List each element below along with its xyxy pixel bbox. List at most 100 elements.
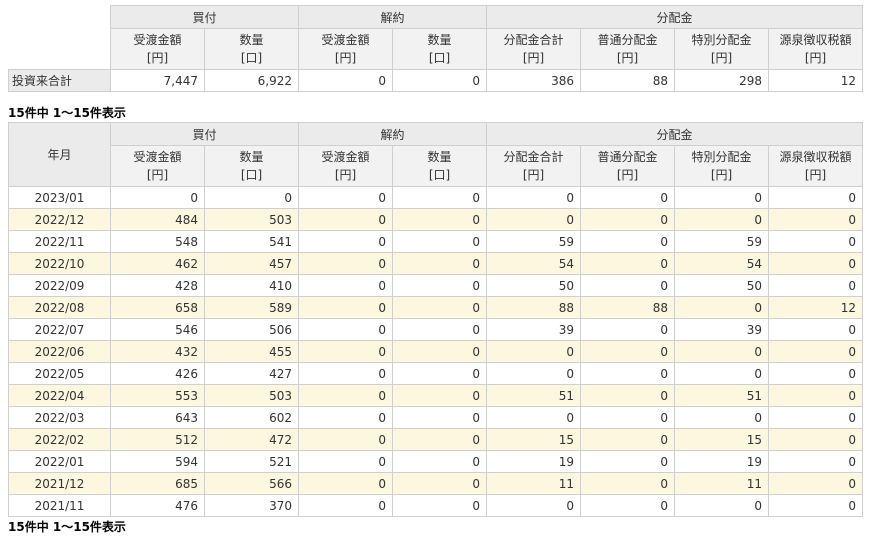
month-cell: 2022/07 [8,318,111,341]
table-row: 2022/08 658 589 0 0 88 88 0 12 [8,296,864,319]
value-cell: 51 [674,384,770,407]
value-cell: 566 [203,472,300,495]
month-cell: 2022/09 [8,274,111,297]
value-cell: 0 [674,340,770,363]
group-cancel-header: 解約 [298,122,488,146]
group-buy-header: 買付 [109,122,300,146]
col-header: 受渡金額 [円] [298,28,394,70]
value-cell: 0 [392,186,488,209]
value-cell: 0 [768,230,864,253]
value-cell: 0 [674,186,770,209]
value-cell: 553 [110,384,205,407]
value-cell: 0 [392,340,488,363]
value-cell: 0 [392,296,488,319]
group-dist-header: 分配金 [486,5,864,29]
value-cell: 427 [203,362,300,385]
value-cell: 0 [768,274,864,297]
table-row: 2022/10 462 457 0 0 54 0 54 0 [8,252,864,275]
value-cell: 0 [580,230,676,253]
summary-cell: 298 [674,69,770,92]
month-cell: 2022/02 [8,428,111,451]
value-cell: 0 [298,450,394,473]
col-header: 受渡金額 [円] [298,145,394,187]
col-header: 数量 [口] [203,28,300,70]
value-cell: 548 [110,230,205,253]
value-cell: 428 [110,274,205,297]
month-cell: 2022/10 [8,252,111,275]
value-cell: 0 [768,208,864,231]
col-header: 受渡金額 [円] [110,28,205,70]
month-cell: 2022/08 [8,296,111,319]
value-cell: 594 [110,450,205,473]
value-cell: 0 [298,340,394,363]
value-cell: 0 [580,384,676,407]
value-cell: 0 [674,406,770,429]
value-cell: 432 [110,340,205,363]
group-buy-header: 買付 [109,5,300,29]
value-cell: 0 [298,494,394,517]
table-row: 2023/01 0 0 0 0 0 0 0 0 [8,186,864,209]
value-cell: 521 [203,450,300,473]
table-row: 2022/07 546 506 0 0 39 0 39 0 [8,318,864,341]
value-cell: 0 [392,318,488,341]
value-cell: 589 [203,296,300,319]
value-cell: 0 [580,472,676,495]
value-cell: 0 [298,252,394,275]
group-dist-header: 分配金 [486,122,864,146]
value-cell: 0 [768,428,864,451]
value-cell: 54 [486,252,582,275]
value-cell: 19 [486,450,582,473]
year-month-header: 年月 [8,122,111,187]
monthly-table: 年月 買付 解約 分配金 受渡金額 [円] 数量 [口] 受渡金額 [円] 数量 [口]… [8,122,864,517]
corner-blank [8,5,111,70]
col-header: 数量 [口] [392,28,488,70]
value-cell: 0 [674,494,770,517]
summary-cell: 12 [768,69,864,92]
value-cell: 15 [674,428,770,451]
table-row: 2022/01 594 521 0 0 19 0 19 0 [8,450,864,473]
col-header: 受渡金額 [円] [110,145,205,187]
value-cell: 0 [768,186,864,209]
value-cell: 476 [110,494,205,517]
value-cell: 0 [580,494,676,517]
value-cell: 0 [392,428,488,451]
month-cell: 2021/11 [8,494,111,517]
value-cell: 0 [392,252,488,275]
summary-row: 投資来合計 7,447 6,922 0 0 386 88 298 12 [8,69,864,92]
value-cell: 0 [768,494,864,517]
value-cell: 0 [298,230,394,253]
value-cell: 0 [768,472,864,495]
value-cell: 0 [392,230,488,253]
value-cell: 0 [580,340,676,363]
summary-label: 投資来合計 [8,69,111,92]
value-cell: 484 [110,208,205,231]
value-cell: 0 [768,384,864,407]
value-cell: 59 [486,230,582,253]
month-cell: 2022/06 [8,340,111,363]
value-cell: 0 [392,208,488,231]
value-cell: 602 [203,406,300,429]
month-cell: 2021/12 [8,472,111,495]
table-row: 2022/11 548 541 0 0 59 0 59 0 [8,230,864,253]
month-cell: 2022/04 [8,384,111,407]
summary-cell: 7,447 [110,69,205,92]
pager-info-top: 15件中 1～15件表示 [8,106,126,120]
value-cell: 0 [768,362,864,385]
value-cell: 0 [298,296,394,319]
table-row: 2022/03 643 602 0 0 0 0 0 0 [8,406,864,429]
value-cell: 0 [768,252,864,275]
value-cell: 0 [298,472,394,495]
value-cell: 370 [203,494,300,517]
value-cell: 0 [580,318,676,341]
value-cell: 0 [580,186,676,209]
value-cell: 11 [486,472,582,495]
value-cell: 19 [674,450,770,473]
value-cell: 0 [298,318,394,341]
value-cell: 0 [392,384,488,407]
value-cell: 12 [768,296,864,319]
value-cell: 0 [580,208,676,231]
value-cell: 39 [486,318,582,341]
month-cell: 2022/11 [8,230,111,253]
col-header: 分配金合計 [円] [486,28,582,70]
value-cell: 88 [580,296,676,319]
